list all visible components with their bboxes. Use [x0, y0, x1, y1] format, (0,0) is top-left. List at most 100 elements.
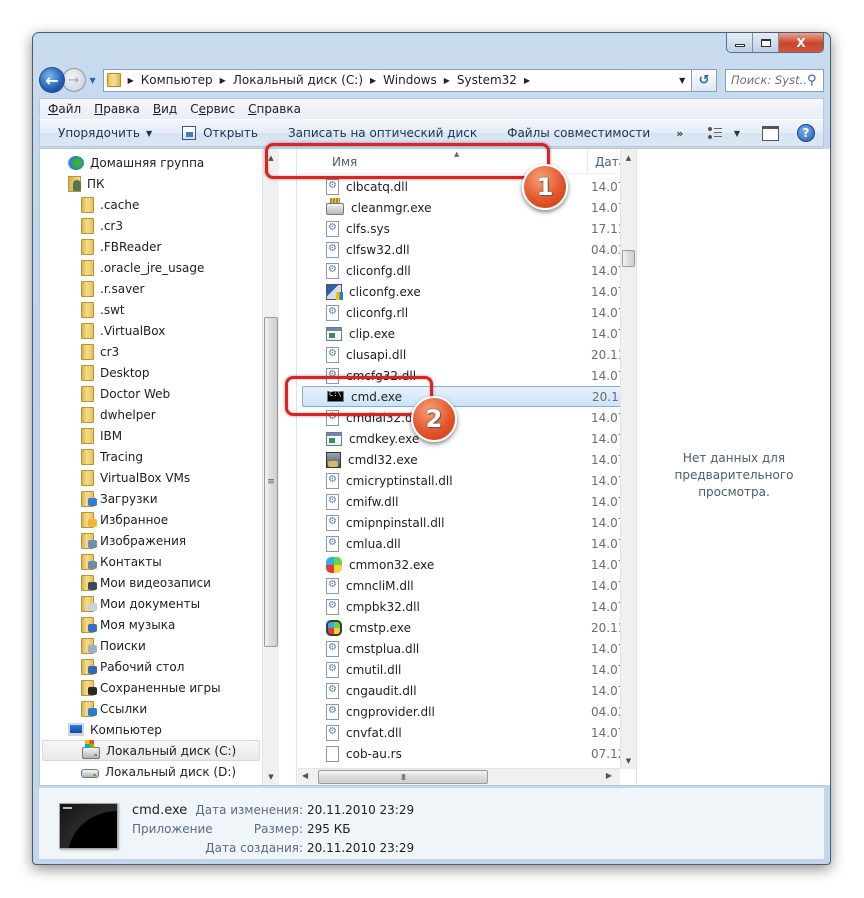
- nav-pane-scrollbar[interactable]: ▲ ≡ ▼: [262, 149, 279, 785]
- preview-pane-toggle-icon[interactable]: [762, 125, 779, 141]
- search-input[interactable]: Поиск: Syst... ⚲: [725, 68, 825, 92]
- nav-item[interactable]: Desktop: [81, 362, 150, 383]
- menu-file[interactable]: Файл: [48, 102, 81, 116]
- nav-item[interactable]: VirtualBox VMs: [81, 467, 190, 488]
- breadcrumb-separator-icon[interactable]: ▶: [220, 76, 226, 85]
- scroll-left-arrow-icon[interactable]: ◀: [302, 771, 308, 780]
- nav-item[interactable]: .FBReader: [81, 236, 161, 257]
- search-icon[interactable]: ⚲: [807, 73, 823, 88]
- forward-button[interactable]: →: [61, 68, 86, 92]
- file-row[interactable]: cleanmgr.exe14.07.2009: [302, 197, 620, 218]
- scroll-down-arrow-icon[interactable]: ▼: [621, 752, 636, 769]
- file-row[interactable]: clusapi.dll 20.11.2010: [302, 344, 620, 365]
- close-button[interactable]: X: [779, 33, 823, 52]
- file-row[interactable]: cmipnpinstall.dll 14.07.2009: [302, 512, 620, 533]
- nav-item[interactable]: Локальный диск (D:): [81, 761, 236, 782]
- nav-item[interactable]: Tracing: [81, 446, 143, 467]
- nav-item[interactable]: Рабочий стол: [81, 656, 184, 677]
- file-row[interactable]: cmifw.dll 14.07.2009: [302, 491, 620, 512]
- change-view-icon[interactable]: [707, 127, 724, 139]
- breadcrumb-separator-icon[interactable]: ▶: [370, 76, 376, 85]
- nav-pane-scroll-thumb[interactable]: ≡: [264, 317, 278, 647]
- scroll-up-arrow-icon[interactable]: ▲: [621, 149, 636, 166]
- nav-item[interactable]: Поиски: [81, 635, 146, 656]
- file-row[interactable]: clfs.sys 17.11.2016: [302, 218, 620, 239]
- file-row[interactable]: cmdkey.exe 14.07.2009: [302, 428, 620, 449]
- breadcrumb-separator-icon[interactable]: ▶: [444, 76, 450, 85]
- file-list-scrollbar[interactable]: ▲ ▼: [620, 149, 636, 769]
- nav-item[interactable]: Моя музыка: [81, 614, 175, 635]
- maximize-button[interactable]: [753, 33, 779, 52]
- nav-item[interactable]: Изображения: [81, 530, 186, 551]
- file-row[interactable]: clbcatq.dll14.07.2009: [302, 176, 620, 197]
- nav-item[interactable]: ПК: [68, 173, 105, 194]
- file-row[interactable]: cngprovider.dll 04.03.2014: [302, 701, 620, 722]
- nav-item[interactable]: dwhelper: [81, 404, 156, 425]
- file-row[interactable]: cliconfg.exe 14.07.2009: [302, 281, 620, 302]
- nav-item[interactable]: .cache: [81, 194, 139, 215]
- help-icon[interactable]: ?: [797, 124, 815, 142]
- file-row[interactable]: cmicryptinstall.dll 14.07.2009: [302, 470, 620, 491]
- file-row[interactable]: cmdl32.exe 14.07.2009: [302, 449, 620, 470]
- breadcrumb-separator-icon[interactable]: ▶: [128, 76, 134, 85]
- burn-button[interactable]: Записать на оптический диск: [288, 126, 477, 140]
- minimize-button[interactable]: [727, 33, 753, 52]
- file-row[interactable]: cmlua.dll 14.07.2009: [302, 533, 620, 554]
- nav-item[interactable]: Локальный диск (E:): [81, 782, 234, 785]
- refresh-button[interactable]: ↺: [692, 68, 718, 92]
- file-row[interactable]: cmutil.dll 14.07.2009: [302, 659, 620, 680]
- file-row[interactable]: cmstplua.dll 14.07.2009: [302, 638, 620, 659]
- nav-item[interactable]: .r.saver: [81, 278, 144, 299]
- file-row[interactable]: clip.exe 14.07.2009: [302, 323, 620, 344]
- nav-item[interactable]: .cr3: [81, 215, 123, 236]
- breadcrumb-local-disk-c[interactable]: Локальный диск (C:): [233, 73, 363, 87]
- file-row[interactable]: cmmon32.exe 14.07.2009: [302, 554, 620, 575]
- date-modified-column-header[interactable]: Дата изменения: [590, 149, 620, 174]
- nav-item[interactable]: cr3: [81, 341, 119, 362]
- horizontal-scroll-thumb[interactable]: III: [318, 770, 488, 784]
- organize-button[interactable]: Упорядочить ▼: [58, 126, 152, 140]
- file-row[interactable]: cmstp.exe 20.11.2010: [302, 617, 620, 638]
- nav-item[interactable]: .VirtualBox: [81, 320, 165, 341]
- address-bar[interactable]: ▶ Компьютер ▶ Локальный диск (C:) ▶ Wind…: [102, 68, 693, 92]
- file-list-horizontal-scrollbar[interactable]: ◀ III ▶: [298, 768, 620, 785]
- file-row[interactable]: cob-au.rs 07.12.2012: [302, 743, 620, 764]
- nav-item[interactable]: Загрузки: [81, 488, 158, 509]
- nav-item[interactable]: Мои видеозаписи: [81, 572, 211, 593]
- menu-view[interactable]: Вид: [153, 102, 177, 116]
- menu-edit[interactable]: Правка: [94, 102, 140, 116]
- nav-item[interactable]: Doctor Web: [81, 383, 170, 404]
- nav-item[interactable]: Домашняя группа: [68, 152, 204, 173]
- address-dropdown-icon[interactable]: ▼: [673, 70, 691, 91]
- file-list-scroll-thumb[interactable]: [622, 250, 635, 267]
- open-button[interactable]: Открыть: [182, 126, 258, 140]
- view-options-dropdown[interactable]: ▼: [734, 129, 740, 138]
- nav-item[interactable]: Мои документы: [81, 593, 200, 614]
- file-row[interactable]: cngaudit.dll 14.07.2009: [302, 680, 620, 701]
- file-row[interactable]: clfsw32.dll 04.03.2015: [302, 239, 620, 260]
- scroll-right-arrow-icon[interactable]: ▶: [606, 771, 612, 780]
- breadcrumb-computer[interactable]: Компьютер: [141, 73, 213, 87]
- recent-pages-dropdown[interactable]: ▼: [87, 76, 99, 85]
- menu-tools[interactable]: Сервис: [190, 102, 235, 116]
- file-row[interactable]: cmpbk32.dll 14.07.2009: [302, 596, 620, 617]
- file-row[interactable]: cmncliM.dll 14.07.2009: [302, 575, 620, 596]
- nav-item[interactable]: .oracle_jre_usage: [81, 257, 204, 278]
- breadcrumb-windows[interactable]: Windows: [383, 73, 437, 87]
- nav-item[interactable]: .swt: [81, 299, 125, 320]
- nav-item[interactable]: Компьютер: [68, 719, 162, 740]
- nav-item[interactable]: Локальный диск (C:): [42, 739, 260, 761]
- nav-item[interactable]: Контакты: [81, 551, 162, 572]
- file-row[interactable]: cliconfg.rll 14.07.2009: [302, 302, 620, 323]
- compatibility-files-button[interactable]: Файлы совместимости: [507, 126, 650, 140]
- nav-item[interactable]: IBM: [81, 425, 122, 446]
- scroll-down-arrow-icon[interactable]: ▼: [263, 768, 279, 785]
- nav-item[interactable]: Ссылки: [81, 698, 147, 719]
- breadcrumb-system32[interactable]: System32: [457, 73, 517, 87]
- menu-help[interactable]: Справка: [248, 102, 301, 116]
- back-button[interactable]: ←: [39, 67, 65, 93]
- file-row[interactable]: cliconfg.dll 14.07.2009: [302, 260, 620, 281]
- file-row[interactable]: cnvfat.dll 14.07.2009: [302, 722, 620, 743]
- more-commands-button[interactable]: »: [676, 127, 683, 140]
- nav-item[interactable]: Избранное: [81, 509, 168, 530]
